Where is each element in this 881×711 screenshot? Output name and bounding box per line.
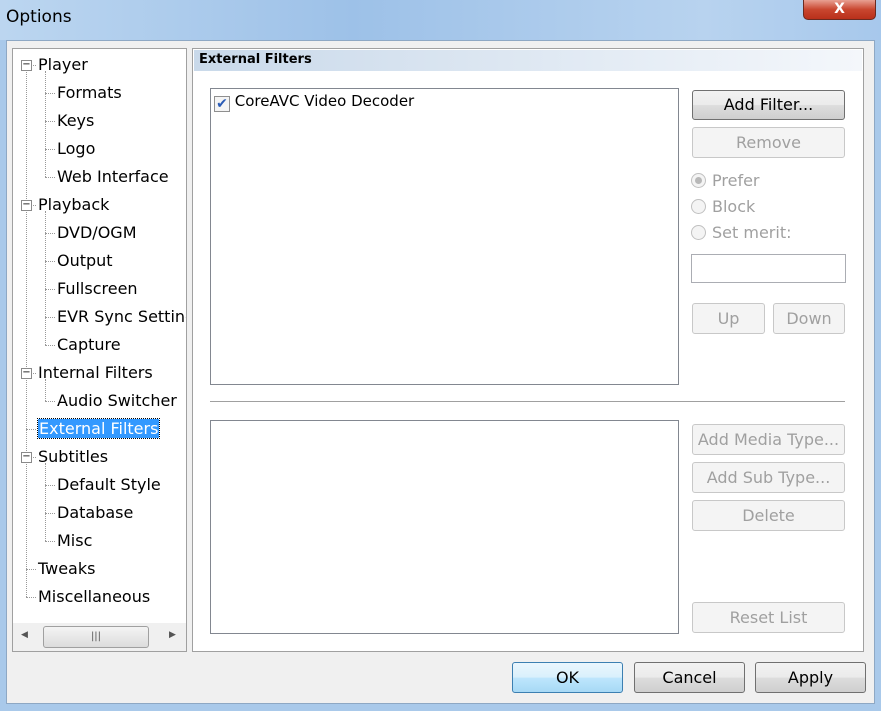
radio-label: Prefer xyxy=(712,171,760,190)
apply-button[interactable]: Apply xyxy=(755,662,866,693)
tree-item[interactable]: Formats xyxy=(57,83,122,103)
radio-icon[interactable] xyxy=(691,225,706,240)
tree-item-label: Keys xyxy=(57,111,95,130)
tree-item[interactable]: Logo xyxy=(57,139,95,159)
ok-button[interactable]: OK xyxy=(512,662,623,693)
tree-item-label: Subtitles xyxy=(38,447,109,466)
radio-icon[interactable] xyxy=(691,173,706,188)
tree-item[interactable]: Default Style xyxy=(57,475,161,495)
tree-item[interactable]: Audio Switcher xyxy=(57,391,177,411)
tree-item[interactable]: Playback xyxy=(38,195,109,215)
tree-item[interactable]: Output xyxy=(57,251,113,271)
radio-label: Block xyxy=(712,197,756,216)
tree-item-label: Web Interface xyxy=(57,167,169,186)
cancel-button[interactable]: Cancel xyxy=(634,662,745,693)
scroll-left-icon[interactable]: ◀ xyxy=(21,630,28,640)
radio-option[interactable]: Set merit: xyxy=(691,223,791,243)
tree-item-label: Tweaks xyxy=(38,559,96,578)
tree-item-label: Audio Switcher xyxy=(57,391,177,410)
filter-label: CoreAVC Video Decoder xyxy=(234,92,415,110)
tree-item[interactable]: Tweaks xyxy=(38,559,95,579)
radio-option[interactable]: Prefer xyxy=(691,171,760,191)
tree-item-label: Playback xyxy=(38,195,110,214)
tree-item-label: Miscellaneous xyxy=(38,587,151,606)
collapse-icon[interactable]: − xyxy=(21,200,32,211)
tree-item-label: Logo xyxy=(57,139,96,158)
delete-button[interactable]: Delete xyxy=(692,500,845,531)
title-bar xyxy=(0,0,881,40)
tree-item[interactable]: Miscellaneous xyxy=(38,587,150,607)
add-sub-type-button[interactable]: Add Sub Type... xyxy=(692,462,845,493)
tree-item[interactable]: Internal Filters xyxy=(38,363,153,383)
tree-item[interactable]: External Filters xyxy=(36,418,161,439)
radio-label: Set merit: xyxy=(712,223,792,242)
filter-checkbox[interactable]: ✔ xyxy=(214,96,230,112)
add-filter-button[interactable]: Add Filter... xyxy=(692,90,845,120)
merit-input[interactable] xyxy=(691,254,846,283)
tree-item-label: EVR Sync Settings xyxy=(57,307,186,326)
collapse-icon[interactable]: − xyxy=(21,368,32,379)
radio-option[interactable]: Block xyxy=(691,197,755,217)
tree-item-label: External Filters xyxy=(36,418,161,439)
tree-item[interactable]: Keys xyxy=(57,111,94,131)
options-tree: Player − Formats Keys Logo Web Interface Playb… xyxy=(12,48,187,652)
tree-item-label: Default Style xyxy=(57,475,161,494)
media-type-tree[interactable] xyxy=(210,420,679,634)
add-media-type-button[interactable]: Add Media Type... xyxy=(692,424,845,455)
window-title: Options xyxy=(6,7,72,27)
horizontal-scrollbar[interactable]: ◀ ||| ▶ xyxy=(13,623,186,651)
remove-button[interactable]: Remove xyxy=(692,127,845,158)
separator xyxy=(210,401,845,403)
tree-item-label: Output xyxy=(57,251,113,270)
collapse-icon[interactable]: − xyxy=(21,452,32,463)
tree-item[interactable]: Subtitles xyxy=(38,447,108,467)
tree-item[interactable]: EVR Sync Settings xyxy=(57,307,186,327)
section-title: External Filters xyxy=(199,52,312,67)
tree-item-label: DVD/OGM xyxy=(57,223,137,242)
tree-item-label: Internal Filters xyxy=(38,363,153,382)
tree-item[interactable]: Web Interface xyxy=(57,167,169,187)
filter-list[interactable]: ✔ CoreAVC Video Decoder xyxy=(210,88,679,385)
close-button[interactable]: X xyxy=(803,0,876,20)
up-button[interactable]: Up xyxy=(692,303,765,334)
down-button[interactable]: Down xyxy=(773,303,845,334)
tree-item-label: Database xyxy=(57,503,134,522)
tree-item[interactable]: Player xyxy=(38,55,88,75)
tree-item[interactable]: Misc xyxy=(57,531,92,551)
reset-list-button[interactable]: Reset List xyxy=(692,602,845,633)
filter-item[interactable]: ✔ CoreAVC Video Decoder xyxy=(214,92,414,112)
tree-item[interactable]: Database xyxy=(57,503,133,523)
tree-item-label: Player xyxy=(38,55,88,74)
tree-item[interactable]: Fullscreen xyxy=(57,279,138,299)
tree-item-label: Capture xyxy=(57,335,121,354)
tree-item[interactable]: DVD/OGM xyxy=(57,223,137,243)
tree-item-label: Fullscreen xyxy=(57,279,138,298)
radio-icon[interactable] xyxy=(691,199,706,214)
tree-item[interactable]: Capture xyxy=(57,335,121,355)
tree-item-label: Formats xyxy=(57,83,122,102)
scroll-right-icon[interactable]: ▶ xyxy=(169,630,176,640)
collapse-icon[interactable]: − xyxy=(21,60,32,71)
tree-item-label: Misc xyxy=(57,531,93,550)
scroll-thumb[interactable]: ||| xyxy=(43,626,149,648)
